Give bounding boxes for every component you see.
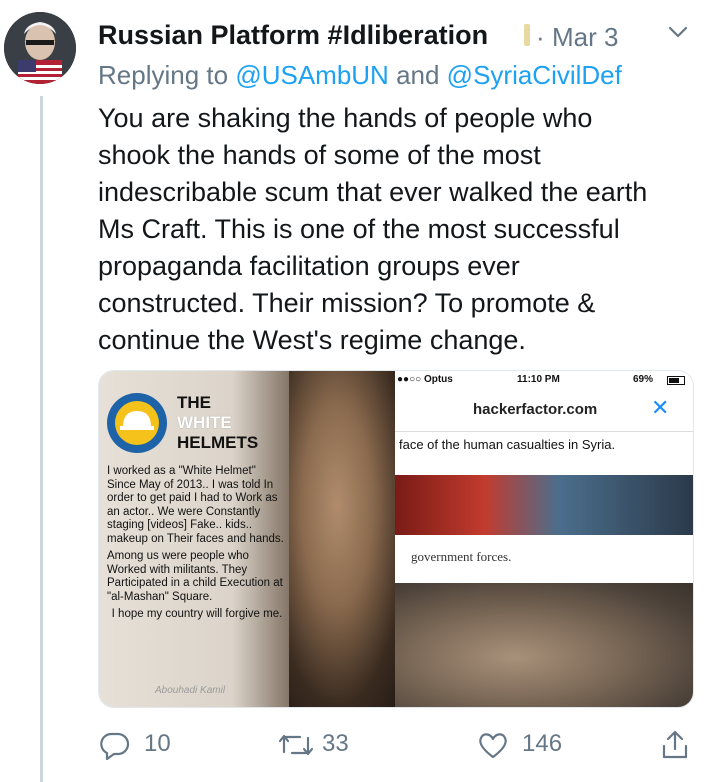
signature: Abouhadi Kamil <box>155 685 226 696</box>
battery-icon <box>667 376 685 385</box>
replying-and: and <box>388 60 447 90</box>
media-image-right[interactable]: ●●○○ Optus 11:10 PM 69% hackerfactor.com… <box>395 371 693 707</box>
tweet-media[interactable]: THE WHITE HELMETS I worked as a "White H… <box>98 370 694 708</box>
replying-prefix: Replying to <box>98 60 236 90</box>
reply-icon <box>100 732 130 761</box>
tweet-actions: 10 33 146 <box>98 724 694 764</box>
tweet-text-line: propaganda facilitation groups ever <box>98 251 520 281</box>
tweet-text-line: continue the West's regime change. <box>98 325 526 355</box>
share-icon <box>662 730 688 759</box>
tweet-text-line: constructed. Their mission? To promote & <box>98 288 596 318</box>
reply-count: 10 <box>144 730 171 757</box>
mention-syriacivildef[interactable]: @SyriaCivilDef <box>447 60 622 90</box>
mention-usambun[interactable]: @USAmbUN <box>235 60 389 90</box>
tweet-header: Russian Platform #Idliberation · Mar 3 <box>98 18 718 58</box>
url-text: hackerfactor.com <box>473 401 598 418</box>
retweet-count: 33 <box>322 730 349 757</box>
statement-paragraph: Among us were people who Worked with mil… <box>107 550 283 603</box>
chevron-down-icon[interactable] <box>664 18 692 46</box>
title-line: THE <box>177 393 211 412</box>
avatar[interactable] <box>4 12 76 84</box>
statement-paragraph: I hope my country will forgive me. <box>111 608 283 620</box>
name-emoji-icon <box>524 24 530 46</box>
phone-status-bar: ●●○○ Optus 11:10 PM 69% <box>395 371 693 389</box>
thread-line <box>40 96 43 782</box>
article-caption: face of the human casualties in Syria. <box>399 437 616 452</box>
replying-to: Replying to @USAmbUN and @SyriaCivilDef <box>98 60 622 91</box>
white-helmets-title: THE WHITE HELMETS <box>177 393 258 453</box>
avatar-image <box>4 12 76 84</box>
author-name[interactable]: Russian Platform #Idliberation <box>98 20 488 51</box>
article-photo <box>395 475 693 535</box>
article-photo <box>395 583 693 707</box>
tweet-text-line: shook the hands of some of the most <box>98 140 541 170</box>
portrait-photo <box>289 371 395 707</box>
tweet-text-line: indescribable scum that ever walked the … <box>98 177 648 207</box>
status-time: 11:10 PM <box>517 374 560 385</box>
battery-percent: 69% <box>633 374 654 385</box>
browser-url-bar: hackerfactor.com ✕ <box>395 389 693 432</box>
white-helmets-logo-icon <box>107 393 167 453</box>
article-caption: government forces. <box>411 549 512 564</box>
white-helmets-statement: I worked as a "White Helmet" Since May o… <box>107 465 287 626</box>
tweet-text-line: You are shaking the hands of people who <box>98 103 593 133</box>
close-icon: ✕ <box>651 395 670 420</box>
heart-icon <box>479 733 507 759</box>
media-image-left[interactable]: THE WHITE HELMETS I worked as a "White H… <box>99 371 395 707</box>
title-line: HELMETS <box>177 433 259 452</box>
carrier-label: ●●○○ Optus <box>397 374 453 385</box>
statement-paragraph: I worked as a "White Helmet" Since May o… <box>107 465 284 545</box>
tweet-text-line: Ms Craft. This is one of the most succes… <box>98 214 620 244</box>
tweet-date[interactable]: Mar 3 <box>552 22 618 53</box>
retweet-icon <box>278 734 314 756</box>
separator: · <box>536 22 545 52</box>
tweet-text: You are shaking the hands of people who … <box>98 100 708 359</box>
title-line: WHITE <box>177 413 232 432</box>
like-count: 146 <box>522 730 563 757</box>
